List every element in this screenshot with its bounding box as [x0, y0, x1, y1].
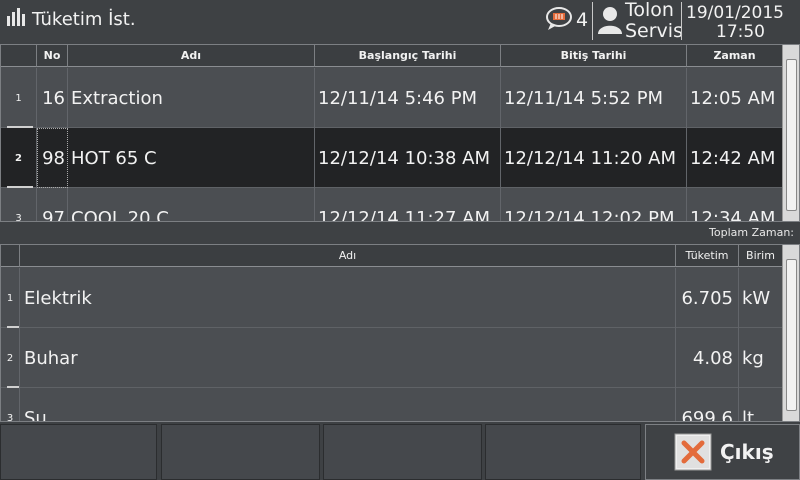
total-time-label: Toplam Zaman: — [709, 226, 794, 239]
column-header-consumption[interactable]: Tüketim — [676, 245, 739, 267]
footer-button-3[interactable] — [323, 424, 482, 480]
row-index: 1 — [1, 68, 37, 128]
message-count: 4 — [576, 9, 589, 31]
table-row[interactable]: 1 16 Extraction 12/11/14 5:46 PM 12/11/1… — [1, 68, 783, 128]
consumption-table: Adı Tüketim Birim 1 Elektrik 6.705 kW 2 … — [0, 244, 800, 422]
table-row-selected[interactable]: 2 98 HOT 65 C 12/12/14 10:38 AM 12/12/14… — [1, 128, 783, 188]
cell-no: 97 — [37, 188, 68, 221]
cell-duration: 12:05 AM — [690, 87, 776, 109]
row-index: 3 — [1, 388, 20, 421]
exit-button-label: Çıkış — [720, 440, 774, 464]
process-table: No Adı Başlangıç Tarihi Bitiş Tarihi Zam… — [0, 44, 800, 222]
cell-start: 12/11/14 5:46 PM — [315, 68, 501, 128]
cell-duration: 12:34 AM — [690, 207, 776, 222]
cell-name: Buhar — [20, 328, 676, 388]
page-title: Tüketim İst. — [32, 9, 136, 30]
cell-name: Extraction — [68, 68, 315, 128]
row-index: 1 — [1, 268, 20, 328]
cell-no: 98 — [37, 128, 68, 188]
cell-name: Su — [20, 388, 676, 421]
cell-consumption: 699.6 — [676, 388, 739, 421]
cell-consumption: 4.08 — [676, 328, 739, 388]
row-number-header — [1, 45, 37, 67]
cell-end: 12/12/14 11:20 AM — [501, 128, 687, 188]
close-icon — [674, 433, 712, 471]
user-role: Servis — [625, 20, 683, 42]
messages-icon[interactable] — [545, 6, 575, 32]
cell-name: HOT 65 C — [68, 128, 315, 188]
consumption-table-scrollbar[interactable] — [782, 245, 799, 421]
cell-no: 16 — [37, 68, 68, 128]
row-index: 2 — [1, 328, 20, 388]
table-row[interactable]: 3 97 COOL 20 C 12/12/14 11:27 AM 12/12/1… — [1, 188, 783, 222]
table-row[interactable]: 1 Elektrik 6.705 kW — [1, 268, 783, 328]
column-header-name[interactable]: Adı — [20, 245, 676, 267]
current-date: 19/01/2015 — [686, 3, 784, 23]
header-divider — [681, 2, 682, 40]
column-header-start[interactable]: Başlangıç Tarihi — [315, 45, 501, 67]
column-header-end[interactable]: Bitiş Tarihi — [501, 45, 687, 67]
cell-start: 12/12/14 11:27 AM — [315, 188, 501, 221]
header-divider — [592, 2, 593, 40]
footer-button-1[interactable] — [0, 424, 157, 480]
cell-unit: lt — [742, 407, 755, 422]
cell-consumption: 6.705 — [676, 268, 739, 328]
cell-end: 12/11/14 5:52 PM — [501, 68, 687, 128]
cell-name: COOL 20 C — [68, 188, 315, 221]
row-index: 3 — [1, 188, 37, 221]
cell-name: Elektrik — [20, 268, 676, 328]
column-header-unit[interactable]: Birim — [739, 245, 783, 267]
column-header-duration[interactable]: Zaman — [687, 45, 783, 67]
footer-button-4[interactable] — [485, 424, 641, 480]
row-index: 2 — [1, 128, 37, 188]
user-name: Tolon — [625, 0, 674, 21]
cell-duration: 12:42 AM — [690, 147, 776, 169]
current-time: 17:50 — [716, 22, 765, 42]
column-header-no[interactable]: No — [37, 45, 68, 67]
row-number-header — [1, 245, 20, 267]
user-icon[interactable] — [597, 6, 623, 34]
cell-unit: kg — [742, 347, 764, 369]
column-header-name[interactable]: Adı — [68, 45, 315, 67]
exit-button[interactable]: Çıkış — [645, 424, 800, 480]
process-table-scrollbar[interactable] — [782, 45, 799, 221]
table-row[interactable]: 2 Buhar 4.08 kg — [1, 328, 783, 388]
scrollbar-thumb[interactable] — [786, 59, 797, 211]
cell-end: 12/12/14 12:02 PM — [501, 188, 687, 221]
cell-unit: kW — [742, 287, 771, 309]
header-bar: Tüketim İst. 4 Tolon Servis 19/01/2015 1… — [0, 0, 800, 42]
footer-button-2[interactable] — [161, 424, 320, 480]
scrollbar-thumb[interactable] — [786, 259, 797, 411]
statistics-icon — [7, 8, 25, 26]
table-row[interactable]: 3 Su 699.6 lt — [1, 388, 783, 422]
cell-start: 12/12/14 10:38 AM — [315, 128, 501, 188]
